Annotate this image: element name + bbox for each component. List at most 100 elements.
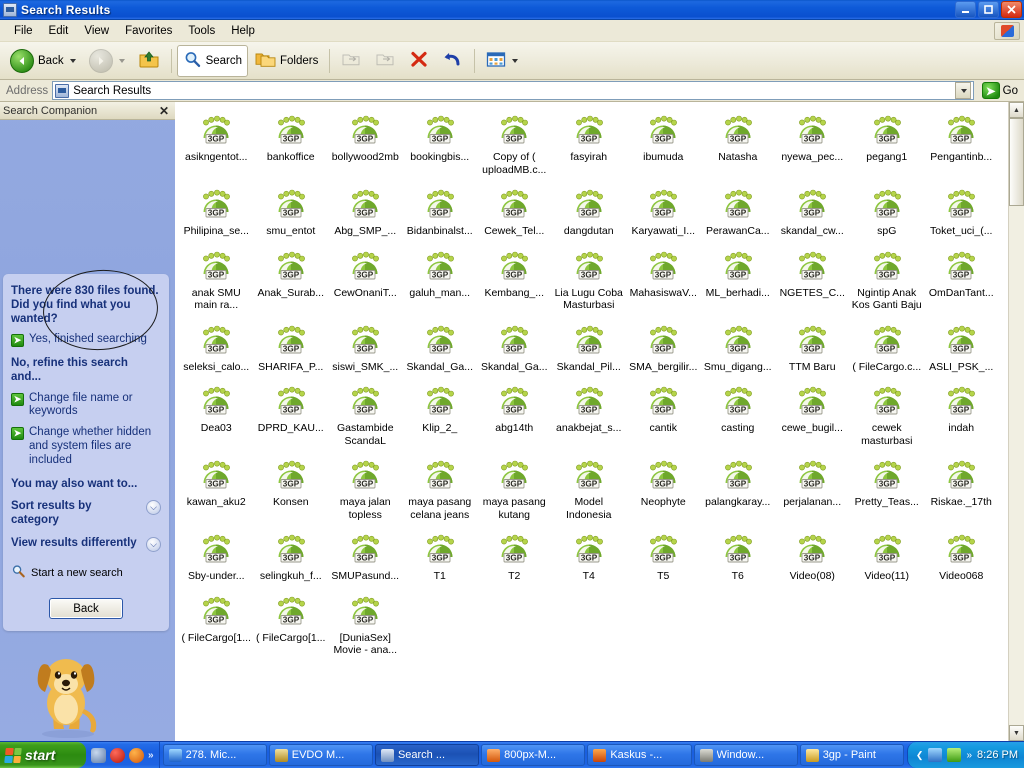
file-item[interactable]: 3GP fasyirah xyxy=(552,110,627,176)
taskbar-item[interactable]: Search ... xyxy=(374,744,480,766)
file-item[interactable]: 3GP SMA_bergilir... xyxy=(626,320,701,374)
clock[interactable]: 8:26 PM xyxy=(977,749,1018,761)
forward-button[interactable] xyxy=(83,45,131,77)
results-scrollbar[interactable]: ▲ ▼ xyxy=(1008,102,1024,741)
file-item[interactable]: 3GP Bidanbinalst... xyxy=(403,184,478,238)
file-item[interactable]: 3GP Cewek_Tel... xyxy=(477,184,552,238)
file-item[interactable]: 3GP Skandal_Ga... xyxy=(477,320,552,374)
file-item[interactable]: 3GP siswi_SMK_... xyxy=(328,320,403,374)
file-item[interactable]: 3GP perjalanan... xyxy=(775,455,850,521)
file-item[interactable]: 3GP Skandal_Pil... xyxy=(552,320,627,374)
file-item[interactable]: 3GP Gastambide ScandaL xyxy=(328,381,403,447)
change-file-name-link[interactable]: ➤ Change file name or keywords xyxy=(11,392,161,420)
file-item[interactable]: 3GP dangdutan xyxy=(552,184,627,238)
results-pane[interactable]: 3GP asikngentot... 3GP bankoffice 3GP bollywo… xyxy=(175,102,1024,741)
file-item[interactable]: 3GP palangkaray... xyxy=(701,455,776,521)
tray-battery-icon[interactable] xyxy=(947,748,962,762)
yes-finished-searching-link[interactable]: ➤ Yes, finished searching xyxy=(11,333,161,348)
file-item[interactable]: 3GP bookingbis... xyxy=(403,110,478,176)
change-hidden-files-link[interactable]: ➤ Change whether hidden and system files… xyxy=(11,426,161,467)
file-item[interactable]: 3GP MahasiswaV... xyxy=(626,246,701,312)
file-item[interactable]: 3GP Video068 xyxy=(924,529,999,583)
file-item[interactable]: 3GP anakbejat_s... xyxy=(552,381,627,447)
quick-launch-firefox-icon[interactable] xyxy=(129,747,144,763)
sort-results-row[interactable]: Sort results by category ⌵ xyxy=(11,500,161,528)
file-item[interactable]: 3GP TTM Baru xyxy=(775,320,850,374)
file-item[interactable]: 3GP galuh_man... xyxy=(403,246,478,312)
file-item[interactable]: 3GP Sby-under... xyxy=(179,529,254,583)
up-button[interactable] xyxy=(132,45,166,77)
file-item[interactable]: 3GP T2 xyxy=(477,529,552,583)
file-item[interactable]: 3GP T1 xyxy=(403,529,478,583)
file-item[interactable]: 3GP Karyawati_I... xyxy=(626,184,701,238)
back-dropdown-icon[interactable] xyxy=(69,58,76,63)
file-item[interactable]: 3GP asikngentot... xyxy=(179,110,254,176)
start-new-search-link[interactable]: Start a new search xyxy=(11,564,161,582)
file-item[interactable]: 3GP indah xyxy=(924,381,999,447)
menu-tools[interactable]: Tools xyxy=(180,23,223,39)
file-item[interactable]: 3GP ASLI_PSK_... xyxy=(924,320,999,374)
file-item[interactable]: 3GP bankoffice xyxy=(254,110,329,176)
file-item[interactable]: 3GP cewek masturbasi xyxy=(850,381,925,447)
chevron-down-icon[interactable]: ⌵ xyxy=(146,500,161,516)
file-item[interactable]: 3GP anak SMU main ra... xyxy=(179,246,254,312)
menu-file[interactable]: File xyxy=(6,23,41,39)
file-item[interactable]: 3GP Anak_Surab... xyxy=(254,246,329,312)
undo-button[interactable] xyxy=(436,45,469,77)
taskbar-item[interactable]: Kaskus -... xyxy=(587,744,692,766)
file-item[interactable]: 3GP Neophyte xyxy=(626,455,701,521)
file-item[interactable]: 3GP ibumuda xyxy=(626,110,701,176)
view-results-row[interactable]: View results differently ⌵ xyxy=(11,537,161,553)
views-dropdown-icon[interactable] xyxy=(512,58,519,63)
file-item[interactable]: 3GP maya pasang kutang xyxy=(477,455,552,521)
file-item[interactable]: 3GP T4 xyxy=(552,529,627,583)
file-item[interactable]: 3GP skandal_cw... xyxy=(775,184,850,238)
file-item[interactable]: 3GP ML_berhadi... xyxy=(701,246,776,312)
file-item[interactable]: 3GP T6 xyxy=(701,529,776,583)
file-item[interactable]: 3GP Klip_2_ xyxy=(403,381,478,447)
file-item[interactable]: 3GP bollywood2mb xyxy=(328,110,403,176)
file-item[interactable]: 3GP Video(11) xyxy=(850,529,925,583)
file-item[interactable]: 3GP OmDanTant... xyxy=(924,246,999,312)
menu-view[interactable]: View xyxy=(76,23,117,39)
file-item[interactable]: 3GP cantik xyxy=(626,381,701,447)
file-item[interactable]: 3GP SHARIFA_P... xyxy=(254,320,329,374)
taskbar-item[interactable]: Window... xyxy=(693,744,798,766)
menu-edit[interactable]: Edit xyxy=(41,23,77,39)
file-item[interactable]: 3GP seleksi_calo... xyxy=(179,320,254,374)
taskbar-item[interactable]: 800px-M... xyxy=(481,744,586,766)
file-item[interactable]: 3GP T5 xyxy=(626,529,701,583)
file-item[interactable]: 3GP Philipina_se... xyxy=(179,184,254,238)
file-item[interactable]: 3GP Toket_uci_(... xyxy=(924,184,999,238)
scroll-thumb[interactable] xyxy=(1009,118,1024,206)
address-dropdown-button[interactable] xyxy=(954,82,971,99)
file-item[interactable]: 3GP Kembang_... xyxy=(477,246,552,312)
sidebar-back-button[interactable]: Back xyxy=(49,598,123,620)
search-button[interactable]: Search xyxy=(176,44,249,77)
file-item[interactable]: 3GP Riskae._17th xyxy=(924,455,999,521)
file-item[interactable]: 3GP Copy of ( uploadMB.c... xyxy=(477,110,552,176)
file-item[interactable]: 3GP pegang1 xyxy=(850,110,925,176)
address-input[interactable]: Search Results xyxy=(52,81,974,100)
file-item[interactable]: 3GP [DuniaSex] Movie - ana... xyxy=(328,591,403,657)
start-button[interactable]: start xyxy=(0,742,86,768)
tray-chevron-icon[interactable]: ❮ xyxy=(916,750,924,761)
tray-network-icon[interactable] xyxy=(928,748,943,762)
file-item[interactable]: 3GP Konsen xyxy=(254,455,329,521)
file-item[interactable]: 3GP Smu_digang... xyxy=(701,320,776,374)
file-item[interactable]: 3GP maya jalan topless xyxy=(328,455,403,521)
menu-help[interactable]: Help xyxy=(223,23,263,39)
file-item[interactable]: 3GP abg14th xyxy=(477,381,552,447)
taskbar-item[interactable]: EVDO M... xyxy=(268,744,373,766)
file-item[interactable]: 3GP selingkuh_f... xyxy=(254,529,329,583)
file-item[interactable]: 3GP Video(08) xyxy=(775,529,850,583)
folders-button[interactable]: Folders xyxy=(249,45,324,77)
quick-launch-opera-icon[interactable] xyxy=(110,747,125,763)
chevron-down-icon[interactable]: ⌵ xyxy=(146,537,161,553)
file-item[interactable]: 3GP Model Indonesia xyxy=(552,455,627,521)
file-item[interactable]: 3GP Dea03 xyxy=(179,381,254,447)
back-button[interactable]: Back xyxy=(4,45,82,77)
file-item[interactable]: 3GP Abg_SMP_... xyxy=(328,184,403,238)
views-button[interactable] xyxy=(480,45,524,77)
file-item[interactable]: 3GP NGETES_C... xyxy=(775,246,850,312)
